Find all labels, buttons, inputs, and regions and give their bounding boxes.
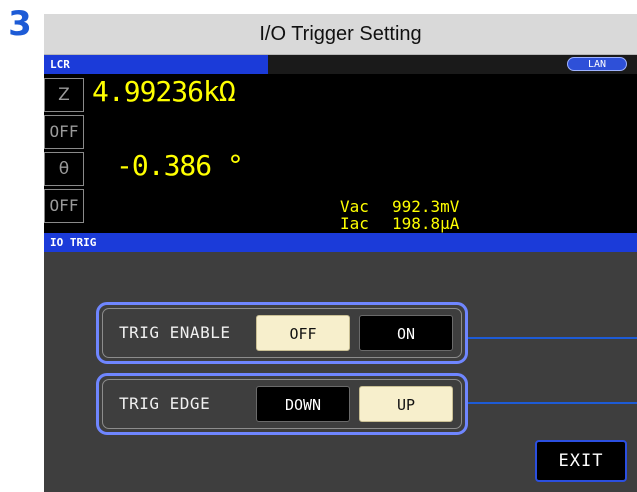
status-bar: LCR LAN bbox=[44, 55, 637, 74]
trig-enable-off-button[interactable]: OFF bbox=[256, 315, 350, 351]
param1-button[interactable]: Z bbox=[44, 78, 84, 112]
mode-tab-lcr: LCR bbox=[44, 55, 268, 74]
param3-value: -0.386 ° bbox=[116, 149, 244, 182]
callout-line-edge bbox=[468, 402, 637, 404]
trig-edge-label: TRIG EDGE bbox=[119, 394, 211, 413]
trig-edge-frame: TRIG EDGE DOWN UP bbox=[102, 379, 462, 429]
monitor-vac-label: Vac bbox=[340, 197, 369, 216]
monitor-vac-value: 992.3mV bbox=[392, 197, 460, 216]
trig-edge-up-button[interactable]: UP bbox=[359, 386, 453, 422]
lan-badge: LAN bbox=[567, 57, 627, 71]
measurement-panel: Z 4.99236kΩ OFF θ -0.386 ° OFF Vac 992.3… bbox=[44, 74, 637, 233]
page-title: I/O Trigger Setting bbox=[44, 14, 637, 55]
param3-button[interactable]: θ bbox=[44, 152, 84, 186]
param4-button[interactable]: OFF bbox=[44, 189, 84, 223]
step-number: 3 bbox=[8, 4, 32, 44]
trig-enable-frame: TRIG ENABLE OFF ON bbox=[102, 308, 462, 358]
instrument-screen: LCR LAN Z 4.99236kΩ OFF θ -0.386 ° OFF V… bbox=[44, 55, 637, 492]
trig-enable-label: TRIG ENABLE bbox=[119, 323, 231, 342]
param1-value: 4.99236kΩ bbox=[92, 75, 236, 108]
monitor-iac-value: 198.8μA bbox=[392, 214, 460, 233]
trig-edge-group: TRIG EDGE DOWN UP bbox=[96, 373, 468, 435]
trig-edge-down-button[interactable]: DOWN bbox=[256, 386, 350, 422]
param2-button[interactable]: OFF bbox=[44, 115, 84, 149]
exit-button[interactable]: EXIT bbox=[535, 440, 627, 482]
trig-enable-on-button[interactable]: ON bbox=[359, 315, 453, 351]
section-header: IO TRIG bbox=[44, 233, 637, 252]
trig-enable-group: TRIG ENABLE OFF ON bbox=[96, 302, 468, 364]
callout-line-enable bbox=[468, 337, 637, 339]
monitor-iac-label: Iac bbox=[340, 214, 369, 233]
